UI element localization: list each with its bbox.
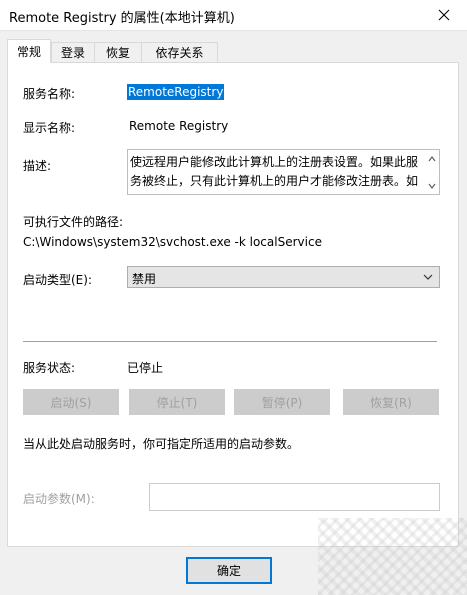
description-label: 描述: bbox=[23, 159, 52, 173]
service-name-label: 服务名称: bbox=[23, 87, 76, 101]
tab-recovery[interactable]: 恢复 bbox=[94, 42, 142, 62]
tab-label: 依存关系 bbox=[155, 46, 204, 60]
startup-type-label: 启动类型(E): bbox=[23, 273, 92, 287]
tab-label: 常规 bbox=[16, 45, 41, 59]
tab-general[interactable]: 常规 bbox=[7, 39, 51, 63]
general-panel: 服务名称: RemoteRegistry 显示名称: Remote Regist… bbox=[7, 62, 459, 547]
service-status-label: 服务状态: bbox=[23, 361, 76, 375]
tab-logon[interactable]: 登录 bbox=[51, 42, 95, 62]
ok-button-label: 确定 bbox=[216, 564, 241, 578]
watermark-overlay bbox=[318, 518, 467, 595]
start-params-hint: 当从此处启动服务时，你可指定所适用的启动参数。 bbox=[23, 437, 300, 451]
stop-button-label: 停止(T) bbox=[156, 395, 198, 410]
startup-type-value: 禁用 bbox=[132, 272, 157, 286]
tab-label: 登录 bbox=[60, 46, 85, 60]
ok-button[interactable]: 确定 bbox=[186, 557, 272, 584]
pause-button[interactable]: 暂停(P) bbox=[234, 389, 330, 415]
tab-dependencies[interactable]: 依存关系 bbox=[141, 42, 218, 62]
exe-path-label: 可执行文件的路径: bbox=[23, 215, 124, 229]
service-status-value: 已停止 bbox=[127, 361, 164, 375]
description-box[interactable]: 使远程用户能修改此计算机上的注册表设置。如果此服务被终止，只有此计算机上的用户才… bbox=[127, 149, 440, 195]
scroll-up-icon[interactable] bbox=[427, 154, 437, 164]
service-name-value[interactable]: RemoteRegistry bbox=[127, 84, 225, 100]
exe-path-value: C:\Windows\system32\svchost.exe -k local… bbox=[23, 235, 322, 249]
resume-button[interactable]: 恢复(R) bbox=[343, 389, 439, 415]
display-name-value[interactable]: Remote Registry bbox=[129, 119, 228, 133]
chevron-down-icon bbox=[423, 274, 433, 280]
tab-label: 恢复 bbox=[105, 46, 130, 60]
close-icon bbox=[438, 9, 450, 21]
close-button[interactable] bbox=[421, 0, 467, 30]
start-params-input[interactable] bbox=[149, 483, 440, 511]
pause-button-label: 暂停(P) bbox=[261, 395, 303, 410]
start-button[interactable]: 启动(S) bbox=[23, 389, 119, 415]
resume-button-label: 恢复(R) bbox=[370, 395, 412, 410]
divider bbox=[23, 341, 437, 342]
window-title: Remote Registry 的属性(本地计算机) bbox=[9, 11, 235, 26]
stop-button[interactable]: 停止(T) bbox=[129, 389, 225, 415]
scroll-down-icon[interactable] bbox=[427, 181, 437, 191]
title-bar: Remote Registry 的属性(本地计算机) bbox=[0, 0, 467, 31]
start-params-label: 启动参数(M): bbox=[23, 492, 95, 506]
description-text: 使远程用户能修改此计算机上的注册表设置。如果此服务被终止，只有此计算机上的用户才… bbox=[130, 155, 419, 188]
startup-type-select[interactable]: 禁用 bbox=[127, 266, 440, 288]
start-button-label: 启动(S) bbox=[50, 395, 92, 410]
display-name-label: 显示名称: bbox=[23, 121, 76, 135]
